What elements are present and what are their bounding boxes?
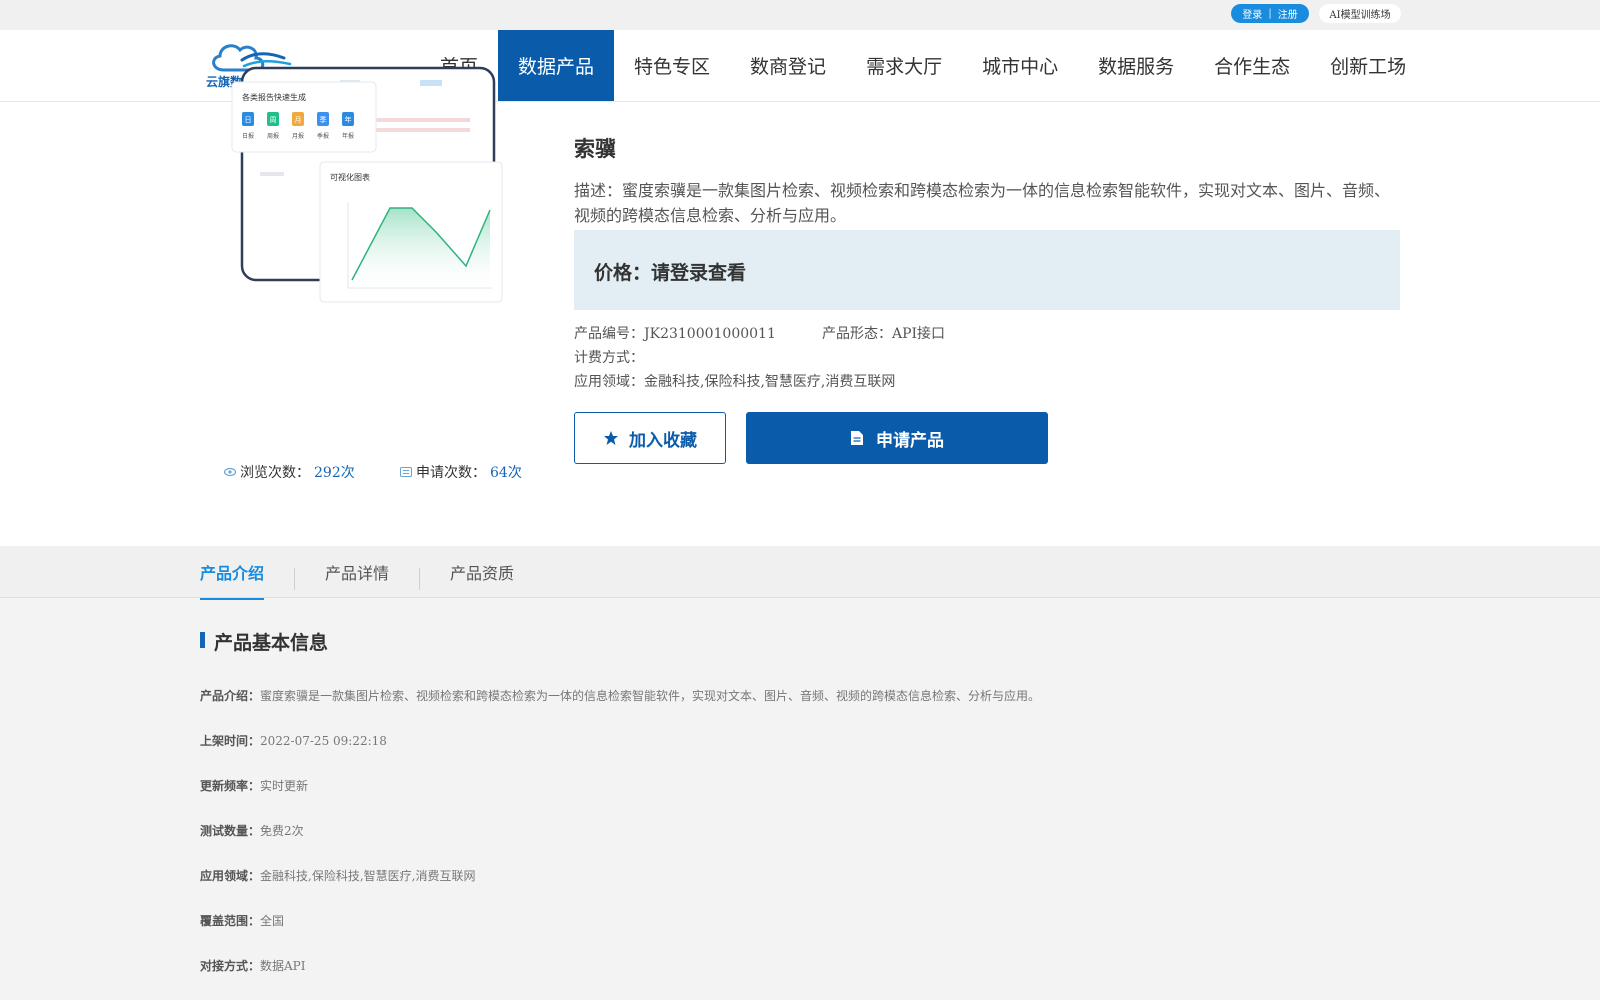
product-title: 索骥 <box>574 136 616 161</box>
info-value: 2022-07-25 09:22:18 <box>260 734 387 748</box>
applies-value: 64次 <box>490 465 522 481</box>
info-key: 上架时间： <box>200 734 261 748</box>
main-nav: 首页 数据产品 特色专区 数商登记 需求大厅 城市中心 数据服务 合作生态 创新… <box>420 30 1426 101</box>
dashboard-illustration-icon: 各类报告快速生成 日 周 月 季 年 日报 周报 月报 季报 年报 可视化图表 <box>231 66 503 303</box>
label-weekly: 周报 <box>267 132 279 140</box>
tab-product-qualification[interactable]: 产品资质 <box>450 546 514 598</box>
price-text: 价格：请登录查看 <box>594 262 747 284</box>
nav-item-merchant-registration[interactable]: 数商登记 <box>730 30 846 101</box>
billing-method: 计费方式： <box>574 347 644 367</box>
views-label: 浏览次数： <box>240 465 310 481</box>
product-code-value: JK2310001000011 <box>644 326 776 342</box>
auth-divider: | <box>1268 8 1272 19</box>
product-tabs: 产品介绍 产品详情 产品资质 <box>0 546 1600 600</box>
views-stat: 浏览次数： 292次 <box>224 462 355 482</box>
login-link[interactable]: 登录 <box>1242 6 1262 21</box>
applies-label: 申请次数： <box>416 465 486 481</box>
auth-pill: 登录 | 注册 <box>1231 4 1309 23</box>
document-icon <box>851 431 863 445</box>
info-row-test-quota: 测试数量：免费2次 <box>200 822 304 839</box>
tab-divider <box>294 568 295 590</box>
info-row-update-frequency: 更新频率：实时更新 <box>200 777 308 794</box>
tab-product-details[interactable]: 产品详情 <box>325 546 389 598</box>
info-value: 金融科技,保险科技,智慧医疗,消费互联网 <box>260 869 476 883</box>
tab-divider <box>419 568 420 590</box>
product-form: 产品形态：API接口 <box>822 323 945 343</box>
card2-title: 可视化图表 <box>330 172 370 182</box>
product-code: 产品编号：JK2310001000011 <box>574 323 776 343</box>
apply-product-button[interactable]: 申请产品 <box>746 412 1048 464</box>
applies-stat: 申请次数： 64次 <box>400 462 522 482</box>
section-accent-bar <box>200 632 205 648</box>
card1-title: 各类报告快速生成 <box>242 92 306 102</box>
add-to-favorites-label: 加入收藏 <box>629 430 697 451</box>
label-quarterly: 季报 <box>317 132 329 140</box>
info-key: 应用领域： <box>200 869 261 883</box>
badge-daily: 日 <box>245 116 252 124</box>
info-value: 全国 <box>260 914 285 928</box>
label-yearly: 年报 <box>342 132 354 140</box>
apply-product-label: 申请产品 <box>876 430 944 451</box>
info-key: 更新频率： <box>200 779 261 793</box>
application-icon <box>400 467 412 477</box>
register-link[interactable]: 注册 <box>1278 6 1298 21</box>
info-value: 蜜度索骥是一款集图片检索、视频检索和跨模态检索为一体的信息检索智能软件，实现对文… <box>260 689 1041 703</box>
eye-icon <box>224 467 236 477</box>
product-form-label: 产品形态： <box>822 326 892 342</box>
badge-quarterly: 季 <box>320 115 327 124</box>
info-key: 产品介绍： <box>200 689 261 703</box>
product-code-label: 产品编号： <box>574 326 644 342</box>
info-value: 数据API <box>260 959 306 973</box>
info-row-application-domain: 应用领域：金融科技,保险科技,智慧医疗,消费互联网 <box>200 867 475 884</box>
star-icon <box>604 431 618 445</box>
info-key: 测试数量： <box>200 824 261 838</box>
ai-training-link[interactable]: AI模型训练场 <box>1319 4 1401 23</box>
nav-item-innovation-workshop[interactable]: 创新工场 <box>1310 30 1426 101</box>
badge-weekly: 周 <box>270 116 277 124</box>
badge-yearly: 年 <box>345 115 352 124</box>
badge-monthly: 月 <box>295 116 302 124</box>
label-monthly: 月报 <box>292 132 304 140</box>
info-value: 免费2次 <box>260 824 304 838</box>
nav-item-featured-zone[interactable]: 特色专区 <box>614 30 730 101</box>
info-row-integration-method: 对接方式：数据API <box>200 957 306 974</box>
nav-item-city-center[interactable]: 城市中心 <box>962 30 1078 101</box>
add-to-favorites-button[interactable]: 加入收藏 <box>574 412 726 464</box>
nav-item-partner-ecosystem[interactable]: 合作生态 <box>1194 30 1310 101</box>
price-box: 价格：请登录查看 <box>574 230 1400 310</box>
product-description: 描述：蜜度索骥是一款集图片检索、视频检索和跨模态检索为一体的信息检索智能软件，实… <box>574 181 1391 225</box>
product-thumbnail: 各类报告快速生成 日 周 月 季 年 日报 周报 月报 季报 年报 可视化图表 <box>230 62 520 312</box>
tab-product-intro[interactable]: 产品介绍 <box>200 546 265 600</box>
top-utility-bar: 登录 | 注册 AI模型训练场 <box>0 0 1600 30</box>
domain-value: 金融科技,保险科技,智慧医疗,消费互联网 <box>644 374 896 390</box>
info-key: 对接方式： <box>200 959 261 973</box>
views-value: 292次 <box>314 465 355 481</box>
info-row-coverage: 覆盖范围：全国 <box>200 912 284 929</box>
info-key: 覆盖范围： <box>200 914 261 928</box>
nav-item-data-services[interactable]: 数据服务 <box>1078 30 1194 101</box>
label-daily: 日报 <box>242 132 254 140</box>
info-value: 实时更新 <box>260 779 309 793</box>
billing-label: 计费方式： <box>574 350 644 366</box>
domain-label: 应用领域： <box>574 374 644 390</box>
product-form-value: API接口 <box>892 326 946 342</box>
application-domain: 应用领域：金融科技,保险科技,智慧医疗,消费互联网 <box>574 371 895 391</box>
nav-item-demand-hall[interactable]: 需求大厅 <box>846 30 962 101</box>
info-row-intro: 产品介绍：蜜度索骥是一款集图片检索、视频检索和跨模态检索为一体的信息检索智能软件… <box>200 687 1040 704</box>
info-row-listing-time: 上架时间：2022-07-25 09:22:18 <box>200 732 387 749</box>
section-title: 产品基本信息 <box>214 632 329 654</box>
